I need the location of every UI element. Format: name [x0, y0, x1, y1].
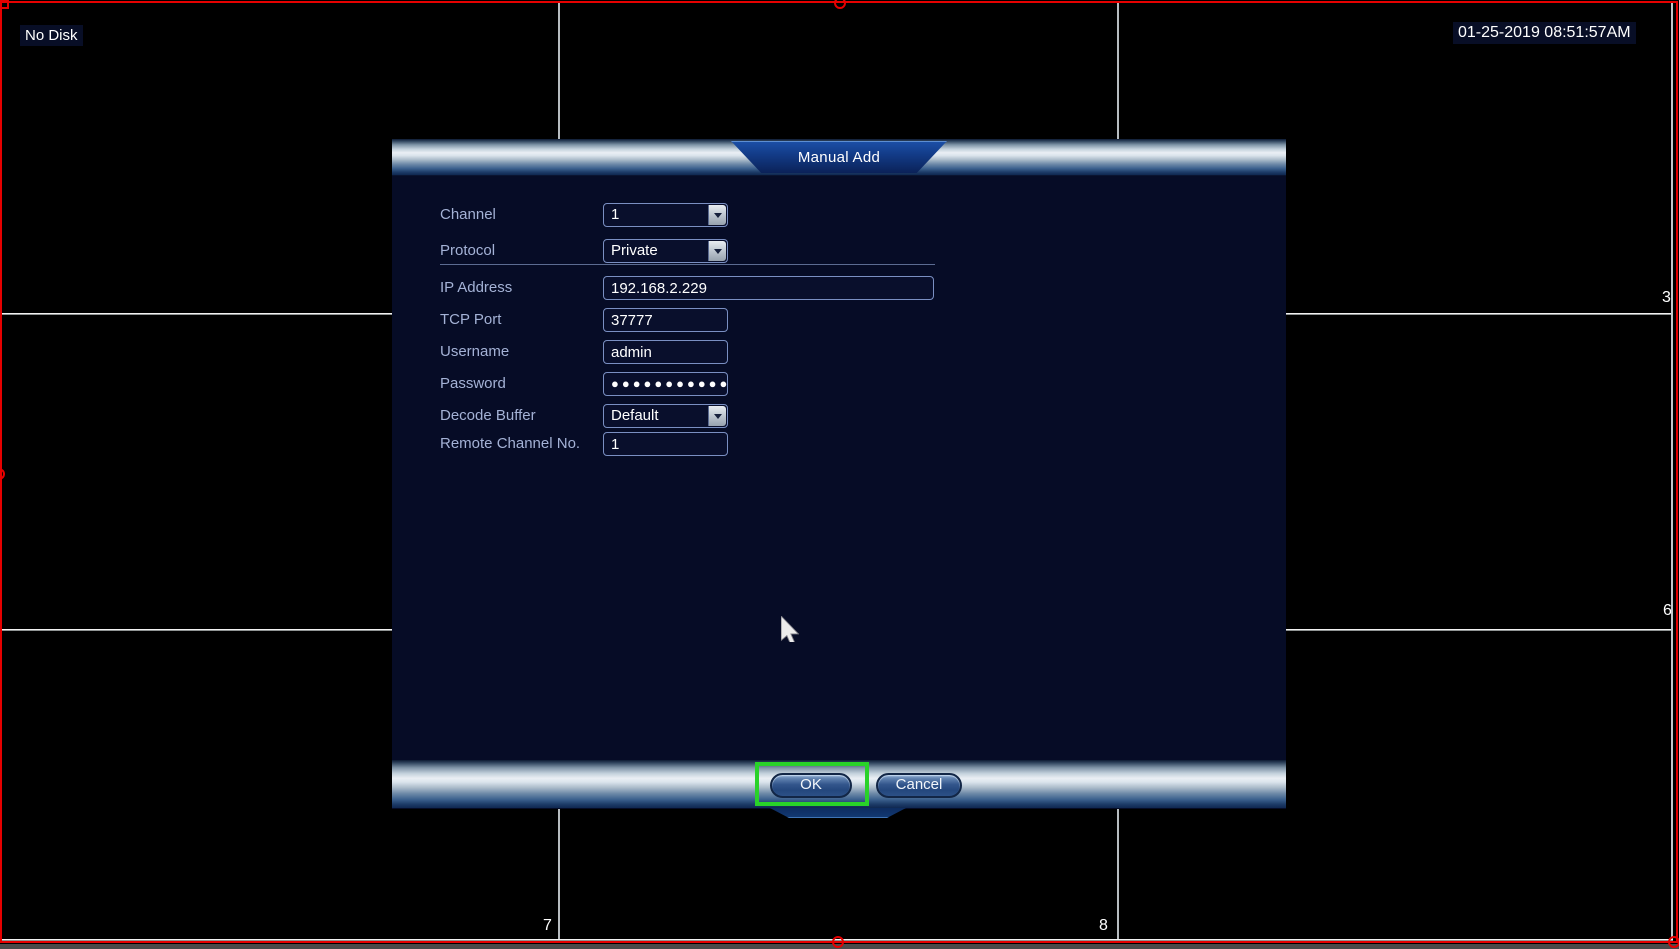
chevron-down-icon — [713, 413, 722, 419]
ip-address-input[interactable] — [603, 276, 934, 300]
password-label: Password — [440, 375, 506, 392]
grid-right-edge — [1671, 3, 1673, 939]
protocol-label: Protocol — [440, 242, 496, 259]
dialog-title-bar: Manual Add — [392, 139, 1286, 176]
ok-button-highlight-box — [755, 762, 869, 806]
password-masked-value: ●●●●●●●●●●● — [611, 376, 731, 391]
annotation-anchor-top-left — [0, 0, 9, 9]
screen-bottom-strip — [0, 944, 1679, 949]
grid-bottom-edge — [2, 939, 1673, 941]
manual-add-dialog: Manual Add Channel 1 Protocol Private IP… — [392, 139, 1286, 818]
decode-buffer-dropdown[interactable]: Default — [603, 404, 728, 428]
protocol-value: Private — [611, 242, 658, 259]
username-label: Username — [440, 343, 510, 360]
ip-address-label: IP Address — [440, 279, 513, 296]
annotation-anchor-top-center — [834, 0, 846, 9]
username-input[interactable] — [603, 340, 728, 364]
camera-cell-number-3: 3 — [1662, 289, 1671, 306]
dialog-bottom-tab — [770, 808, 906, 818]
protocol-dropdown[interactable]: Private — [603, 239, 728, 263]
no-disk-status: No Disk — [20, 25, 83, 46]
channel-value: 1 — [611, 206, 620, 223]
nvr-live-view-screen: 3 6 7 8 No Disk 01-25-2019 08:51:57AM Ma… — [0, 0, 1679, 949]
decode-buffer-dropdown-button[interactable] — [708, 406, 726, 426]
dialog-title: Manual Add — [797, 148, 881, 166]
tcp-port-label: TCP Port — [440, 311, 502, 328]
camera-cell-number-8: 8 — [1099, 917, 1108, 934]
decode-buffer-label: Decode Buffer — [440, 407, 536, 424]
channel-dropdown[interactable]: 1 — [603, 203, 728, 227]
cancel-button[interactable]: Cancel — [876, 773, 962, 798]
datetime-display: 01-25-2019 08:51:57AM — [1453, 22, 1636, 44]
remote-channel-label: Remote Channel No. — [440, 435, 581, 452]
chevron-down-icon — [713, 212, 722, 218]
annotation-anchor-left-middle — [0, 468, 5, 480]
decode-buffer-value: Default — [611, 407, 659, 424]
camera-cell-number-7: 7 — [543, 917, 552, 934]
password-input[interactable]: ●●●●●●●●●●● — [603, 372, 728, 396]
channel-label: Channel — [440, 206, 496, 223]
channel-dropdown-button[interactable] — [708, 205, 726, 225]
chevron-down-icon — [713, 248, 722, 254]
dialog-title-tab: Manual Add — [731, 141, 947, 173]
protocol-dropdown-button[interactable] — [708, 241, 726, 261]
tcp-port-input[interactable] — [603, 308, 728, 332]
dialog-button-bar: OK Cancel — [392, 760, 1286, 808]
form-divider — [440, 264, 935, 265]
remote-channel-input[interactable] — [603, 432, 728, 456]
